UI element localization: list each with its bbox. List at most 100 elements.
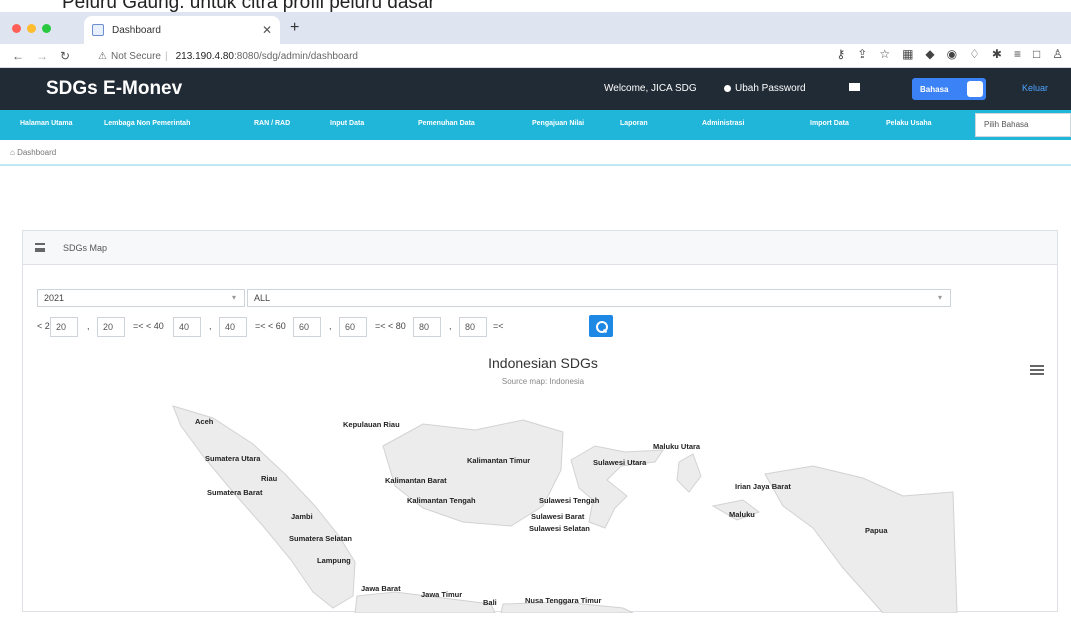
caption-text: Peluru Gaung. untuk citra profil peluru … bbox=[62, 0, 435, 12]
region-label-sulawesi-tengah: Sulawesi Tengah bbox=[539, 496, 600, 505]
chevron-down-icon: ▾ bbox=[937, 293, 942, 302]
maluku-shape bbox=[676, 453, 702, 493]
indonesia-map[interactable]: Aceh Kepulauan Riau Sumatera Utara Maluk… bbox=[23, 396, 1057, 614]
chart-menu-icon[interactable] bbox=[1030, 365, 1044, 375]
gear-icon bbox=[724, 85, 731, 92]
range-1-max[interactable]: 20 bbox=[50, 317, 78, 337]
region-label-sumatera-utara: Sumatera Utara bbox=[205, 454, 261, 463]
url-field[interactable]: ⚠ Not Secure | 213.190.4.80 :8080/sdg/ad… bbox=[98, 46, 598, 66]
warning-icon: ⚠ bbox=[98, 50, 107, 62]
breadcrumb-dashboard[interactable]: Dashboard bbox=[17, 148, 56, 157]
window-icon[interactable]: □ bbox=[1033, 47, 1040, 61]
tab-title: Dashboard bbox=[112, 24, 161, 36]
range-4-max[interactable]: 80 bbox=[413, 317, 441, 337]
breadcrumb: ⌂ Dashboard bbox=[0, 140, 1071, 166]
new-tab-button[interactable]: + bbox=[290, 19, 299, 37]
close-window-button[interactable] bbox=[12, 24, 21, 33]
range-3-min[interactable]: 40 bbox=[219, 317, 247, 337]
welcome-text: Welcome, JICA SDG bbox=[604, 83, 697, 94]
region-label-riau: Riau bbox=[261, 474, 278, 483]
forward-icon[interactable]: → bbox=[36, 49, 48, 63]
region-label-maluku-utara: Maluku Utara bbox=[653, 442, 701, 451]
menu-item-administrasi[interactable]: Administrasi bbox=[702, 120, 744, 127]
menu-item-pelaku-usaha[interactable]: Pelaku Usaha bbox=[886, 120, 932, 127]
kalimantan-shape bbox=[382, 419, 564, 527]
region-label-kepulauan-riau: Kepulauan Riau bbox=[343, 420, 400, 429]
region-label-sulawesi-selatan: Sulawesi Selatan bbox=[529, 524, 590, 533]
menu-item-halaman-utama[interactable]: Halaman Utama bbox=[20, 120, 73, 127]
language-toggle[interactable]: Bahasa bbox=[912, 78, 986, 100]
address-bar: ← → ↻ ⚠ Not Secure | 213.190.4.80 :8080/… bbox=[0, 44, 1071, 68]
logout-link[interactable]: Keluar bbox=[1022, 83, 1048, 93]
range-end-label: =< bbox=[493, 321, 504, 331]
range-2-label: =< < 40 bbox=[133, 321, 164, 331]
menu-item-ran-rad[interactable]: RAN / RAD bbox=[254, 120, 290, 127]
menu-item-input-data[interactable]: Input Data bbox=[330, 120, 364, 127]
search-button[interactable] bbox=[589, 315, 613, 337]
region-label-sumatera-barat: Sumatera Barat bbox=[207, 488, 263, 497]
url-path: :8080/sdg/admin/dashboard bbox=[234, 50, 358, 62]
goal-filter-select[interactable]: ALL ▾ bbox=[247, 289, 951, 307]
range-sep: , bbox=[87, 321, 90, 331]
brand-title[interactable]: SDGs E-Monev bbox=[46, 78, 182, 100]
extension-icon[interactable]: ◆ bbox=[925, 47, 934, 61]
profile-icon[interactable]: ♙ bbox=[1052, 47, 1063, 61]
range-2-max[interactable]: 40 bbox=[173, 317, 201, 337]
shield-icon[interactable]: ♢ bbox=[969, 47, 980, 61]
language-select-placeholder: Pilih Bahasa bbox=[984, 120, 1029, 129]
region-label-jambi: Jambi bbox=[291, 512, 313, 521]
change-password-link[interactable]: Ubah Password bbox=[724, 83, 806, 94]
year-select-value: 2021 bbox=[44, 293, 65, 303]
mail-icon[interactable] bbox=[849, 83, 860, 91]
reload-icon[interactable]: ↻ bbox=[60, 49, 70, 63]
camera-icon[interactable]: ◉ bbox=[947, 47, 957, 61]
region-label-kalimantan-tengah: Kalimantan Tengah bbox=[407, 496, 476, 505]
key-icon[interactable]: ⚷ bbox=[836, 47, 845, 61]
map-subtitle: Source map: Indonesia bbox=[501, 377, 585, 386]
menu-item-laporan[interactable]: Laporan bbox=[620, 120, 648, 127]
region-label-kalimantan-barat: Kalimantan Barat bbox=[385, 476, 447, 485]
range-sep: , bbox=[209, 321, 212, 331]
year-select[interactable]: 2021 ▾ bbox=[37, 289, 245, 307]
back-icon[interactable]: ← bbox=[12, 49, 24, 63]
caption-strip: Peluru Gaung. untuk citra profil peluru … bbox=[0, 0, 1071, 12]
maximize-window-button[interactable] bbox=[42, 24, 51, 33]
language-select[interactable]: Pilih Bahasa bbox=[975, 113, 1071, 137]
puzzle-icon[interactable]: ✱ bbox=[992, 47, 1002, 61]
browser-tab-dashboard[interactable]: Dashboard ✕ bbox=[84, 16, 280, 44]
menu-item-lembaga[interactable]: Lembaga Non Pemerintah bbox=[104, 120, 190, 127]
range-sep: , bbox=[329, 321, 332, 331]
menu-item-import-data[interactable]: Import Data bbox=[810, 120, 849, 127]
region-label-nusa-tenggara-timur: Nusa Tenggara Timur bbox=[525, 596, 602, 605]
region-label-bali: Bali bbox=[483, 598, 497, 607]
chevron-down-icon: ▾ bbox=[231, 293, 236, 302]
panel-title: SDGs Map bbox=[63, 242, 108, 253]
region-label-aceh: Aceh bbox=[195, 417, 214, 426]
menu-item-pengajuan-nilai[interactable]: Pengajuan Nilai bbox=[532, 120, 584, 127]
range-5-min[interactable]: 80 bbox=[459, 317, 487, 337]
close-icon[interactable]: ✕ bbox=[262, 23, 272, 37]
grid-icon[interactable]: ▦ bbox=[902, 47, 913, 61]
star-icon[interactable]: ☆ bbox=[879, 47, 890, 61]
range-2-min[interactable]: 20 bbox=[97, 317, 125, 337]
share-icon[interactable]: ⇪ bbox=[857, 47, 867, 61]
logout-label: Keluar bbox=[1022, 83, 1049, 93]
home-icon[interactable]: ⌂ bbox=[10, 148, 17, 157]
region-label-kalimantan-timur: Kalimantan Timur bbox=[467, 456, 531, 465]
extensions-bar: ⚷ ⇪ ☆ ▦ ◆ ◉ ♢ ✱ ≡ □ ♙ bbox=[836, 47, 1063, 61]
menu-item-pemenuhan-data[interactable]: Pemenuhan Data bbox=[418, 120, 475, 127]
not-secure-label: Not Secure bbox=[110, 50, 161, 62]
region-label-maluku: Maluku bbox=[729, 510, 755, 519]
window-controls bbox=[12, 24, 51, 33]
papua-shape bbox=[764, 465, 958, 614]
range-4-min[interactable]: 60 bbox=[339, 317, 367, 337]
region-label-jawa-barat: Jawa Barat bbox=[361, 584, 401, 593]
url-host: 213.190.4.80 bbox=[175, 50, 234, 62]
list-icon[interactable]: ≡ bbox=[1014, 47, 1021, 61]
goal-filter-value: ALL bbox=[254, 293, 271, 303]
range-3-max[interactable]: 60 bbox=[293, 317, 321, 337]
map-title: Indonesian SDGs bbox=[488, 355, 598, 371]
range-3-label: =< < 60 bbox=[255, 321, 286, 331]
minimize-window-button[interactable] bbox=[27, 24, 36, 33]
main-menu: Halaman Utama Lembaga Non Pemerintah RAN… bbox=[0, 110, 1071, 140]
